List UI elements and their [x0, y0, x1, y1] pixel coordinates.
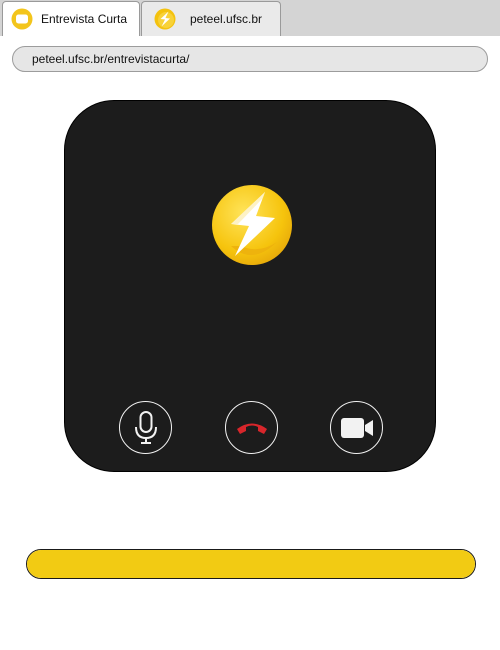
camera-button[interactable]	[330, 401, 383, 454]
hang-up-button[interactable]	[225, 401, 278, 454]
tab-label: Entrevista Curta	[41, 12, 128, 26]
video-camera-icon	[339, 415, 375, 441]
microphone-button[interactable]	[119, 401, 172, 454]
url-text: peteel.ufsc.br/entrevistacurta/	[32, 52, 190, 66]
call-panel	[64, 100, 436, 472]
tab-peteel[interactable]: peteel.ufsc.br	[141, 1, 281, 36]
tab-bar: Entrevista Curta peteel.ufsc.br	[0, 0, 500, 36]
progress-bar	[26, 549, 476, 579]
lightning-logo-icon	[211, 184, 293, 266]
lightning-logo-icon	[154, 8, 176, 30]
progress-bar-fill	[27, 550, 475, 578]
phone-hangup-icon	[234, 418, 270, 438]
tab-label: peteel.ufsc.br	[190, 12, 263, 26]
tab-entrevista-curta[interactable]: Entrevista Curta	[2, 1, 140, 36]
microphone-icon	[131, 410, 161, 446]
folder-icon	[11, 8, 33, 30]
address-bar[interactable]: peteel.ufsc.br/entrevistacurta/	[12, 46, 488, 72]
